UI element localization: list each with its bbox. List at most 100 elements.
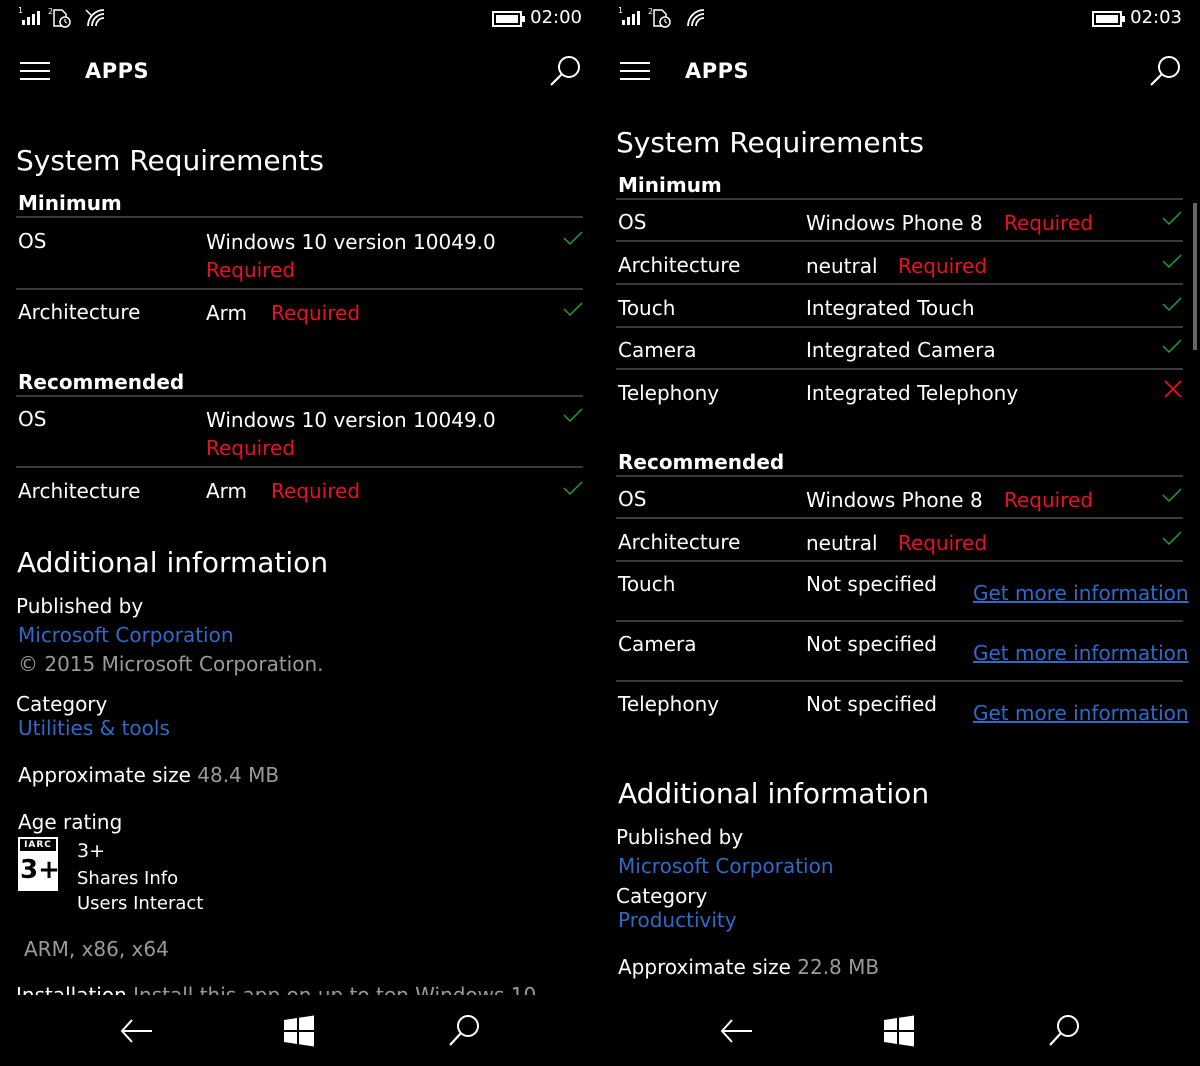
required-tag: Required: [271, 301, 360, 325]
recommended-heading: Recommended: [618, 450, 784, 474]
phone-screen-left: 1 2 02:00 APPS System Requirements Minim…: [0, 0, 600, 1066]
installation-text: Install this app on up to ten Windows 10: [133, 983, 536, 995]
divider: [616, 620, 1183, 622]
svg-text:2: 2: [648, 7, 653, 16]
signal-icon: 1: [18, 6, 42, 26]
battery-icon: [1092, 11, 1122, 27]
signal-icon: 1: [618, 6, 642, 26]
required-tag: Required: [1004, 488, 1093, 512]
get-more-info-link[interactable]: Get more information: [973, 641, 1189, 665]
check-icon: [1162, 487, 1182, 503]
divider: [16, 466, 583, 468]
size-row: Approximate size 22.8 MB: [618, 955, 879, 979]
req-label: Touch: [618, 296, 675, 320]
req-value: Integrated Telephony: [806, 381, 1018, 405]
copyright-text: © 2015 Microsoft Corporation.: [18, 652, 324, 676]
windows-icon[interactable]: [881, 1013, 917, 1049]
svg-text:1: 1: [18, 6, 23, 15]
category-label: Category: [616, 884, 707, 908]
hamburger-icon[interactable]: [20, 62, 50, 80]
req-label: Touch: [618, 572, 675, 596]
size-value: 22.8 MB: [797, 955, 879, 979]
sim-icon: 2: [648, 6, 674, 28]
category-label: Category: [16, 692, 107, 716]
published-by-label: Published by: [616, 825, 743, 849]
windows-icon[interactable]: [281, 1013, 317, 1049]
scroll-content[interactable]: System Requirements Minimum OS Windows 1…: [0, 100, 600, 995]
status-bar: 1 2 02:03: [600, 0, 1200, 36]
search-icon[interactable]: [446, 1013, 482, 1049]
check-icon: [1162, 530, 1182, 546]
page-title: APPS: [85, 59, 149, 83]
iarc-badge-age: 3+: [20, 851, 56, 889]
req-value: Not specified: [806, 692, 937, 716]
check-icon: [563, 480, 583, 496]
req-value: Not specified: [806, 572, 937, 596]
req-label: OS: [618, 487, 646, 511]
category-link[interactable]: Productivity: [618, 908, 737, 932]
installation-label: Installation: [16, 983, 127, 995]
minimum-heading: Minimum: [18, 191, 122, 215]
divider: [616, 368, 1183, 370]
req-label: OS: [18, 407, 46, 431]
req-value: neutral: [806, 254, 878, 278]
search-icon[interactable]: [1148, 54, 1182, 88]
installation-row: Installation Install this app on up to t…: [16, 983, 536, 995]
divider: [616, 560, 1183, 562]
cross-icon: [1163, 379, 1183, 399]
page-title: APPS: [685, 59, 749, 83]
wifi-icon: [684, 6, 706, 28]
check-icon: [563, 230, 583, 246]
section-title-system-requirements: System Requirements: [616, 126, 924, 159]
age-note: Shares Info: [77, 868, 178, 889]
battery-icon: [492, 11, 522, 27]
publisher-link[interactable]: Microsoft Corporation: [18, 623, 234, 647]
divider: [16, 288, 583, 290]
nav-bar: [600, 995, 1200, 1066]
section-title-additional-info: Additional information: [618, 777, 929, 810]
req-value: Windows Phone 8: [806, 488, 983, 512]
divider: [616, 198, 1183, 200]
divider: [16, 395, 583, 397]
publisher-link[interactable]: Microsoft Corporation: [618, 854, 834, 878]
req-value: Windows 10 version 10049.0: [206, 408, 496, 432]
hamburger-icon[interactable]: [620, 62, 650, 80]
search-icon[interactable]: [1046, 1013, 1082, 1049]
back-icon[interactable]: [118, 1013, 154, 1049]
back-icon[interactable]: [718, 1013, 754, 1049]
section-title-system-requirements: System Requirements: [16, 144, 324, 177]
check-icon: [563, 301, 583, 317]
size-value: 48.4 MB: [197, 763, 279, 787]
category-link[interactable]: Utilities & tools: [18, 716, 170, 740]
divider: [616, 283, 1183, 285]
divider: [16, 216, 583, 218]
nav-bar: [0, 995, 600, 1066]
scrollbar[interactable]: [1193, 203, 1197, 350]
req-value: Windows Phone 8: [806, 211, 983, 235]
age-rating-label: Age rating: [18, 810, 122, 834]
req-value: Windows 10 version 10049.0: [206, 230, 496, 254]
size-label: Approximate size: [18, 763, 191, 787]
divider: [616, 475, 1183, 477]
required-tag: Required: [271, 479, 360, 503]
req-label: Architecture: [18, 479, 140, 503]
platforms-text: ARM, x86, x64: [24, 937, 169, 961]
req-label: Camera: [618, 632, 697, 656]
check-icon: [1162, 296, 1182, 312]
req-value: Arm: [206, 301, 247, 325]
req-value: Not specified: [806, 632, 937, 656]
divider: [616, 680, 1183, 682]
scroll-content[interactable]: System Requirements Minimum OS Windows P…: [600, 100, 1200, 995]
required-tag: Required: [898, 531, 987, 555]
search-icon[interactable]: [548, 54, 582, 88]
get-more-info-link[interactable]: Get more information: [973, 701, 1189, 725]
get-more-info-link[interactable]: Get more information: [973, 581, 1189, 605]
size-row: Approximate size 48.4 MB: [18, 763, 279, 787]
required-tag: Required: [898, 254, 987, 278]
section-title-additional-info: Additional information: [17, 546, 328, 579]
required-tag: Required: [206, 436, 295, 460]
check-icon: [1162, 338, 1182, 354]
req-label: Architecture: [618, 530, 740, 554]
required-tag: Required: [1004, 211, 1093, 235]
age-value: 3+: [77, 840, 105, 862]
